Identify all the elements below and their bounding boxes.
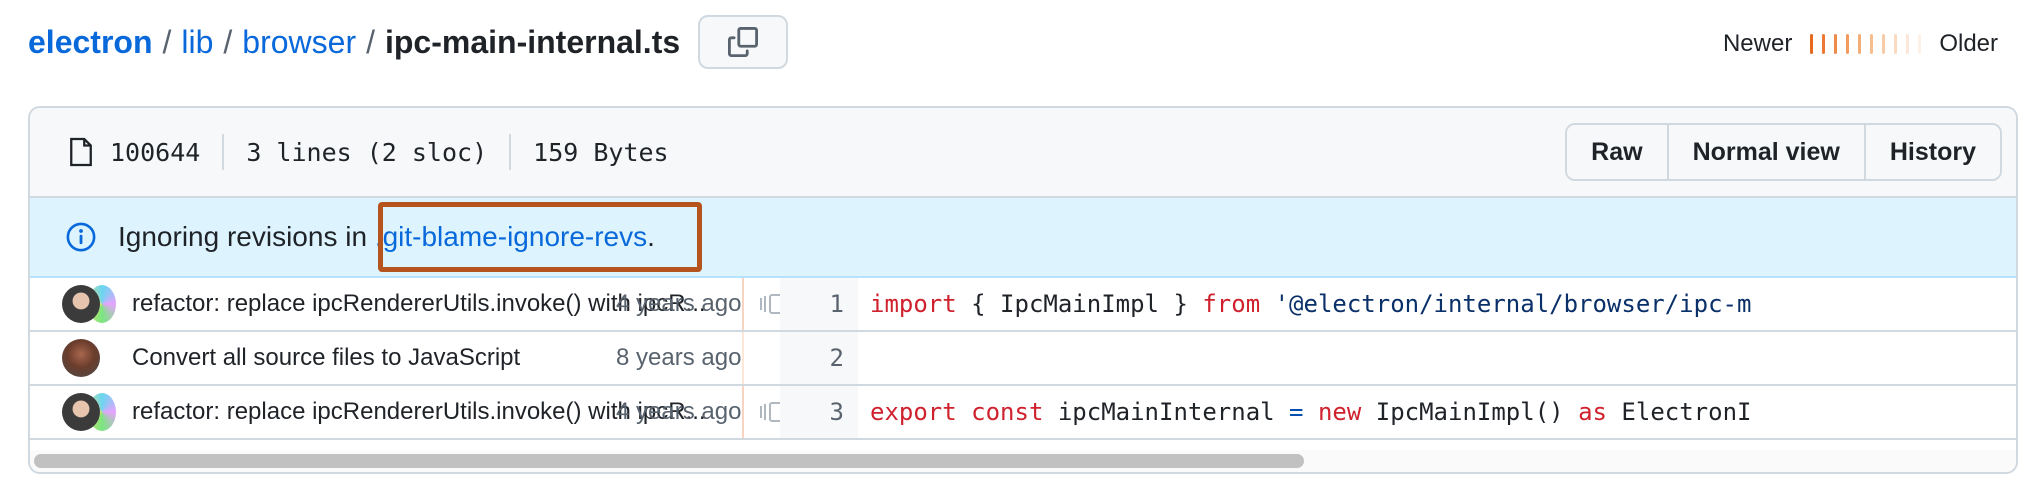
commit-message[interactable]: Convert all source files to JavaScript — [132, 344, 520, 372]
line-number[interactable]: 1 — [780, 278, 858, 330]
commit-age: 8 years ago — [616, 344, 742, 371]
code-line: export const ipcMainInternal = new IpcMa… — [870, 398, 1751, 426]
code-token: new — [1317, 398, 1362, 426]
age-bar — [1810, 34, 1814, 54]
blame-age-legend: Newer Older — [1723, 24, 1998, 64]
blame-row: refactor: replace ipcRendererUtils.invok… — [30, 278, 2016, 332]
age-bar — [1822, 34, 1826, 54]
breadcrumb-browser-link[interactable]: browser — [242, 24, 356, 61]
age-bar — [1894, 34, 1898, 54]
blame-row: refactor: replace ipcRendererUtils.invok… — [30, 386, 2016, 440]
blame-row: Convert all source files to JavaScript 8 … — [30, 332, 2016, 386]
age-indicator — [742, 332, 744, 384]
file-meta: 100644 3 lines (2 sloc) 159 Bytes — [68, 134, 669, 170]
code-token: ElectronI — [1606, 398, 1752, 426]
code-token: IpcMainImpl() — [1361, 398, 1579, 426]
file-actions: Raw Normal view History — [1565, 123, 2002, 181]
breadcrumb-separator: / — [162, 23, 172, 60]
horizontal-scrollbar[interactable] — [30, 450, 2016, 472]
copy-icon — [728, 27, 759, 57]
age-indicator — [742, 386, 744, 438]
info-icon — [66, 222, 96, 252]
meta-divider — [222, 134, 225, 170]
file-header: 100644 3 lines (2 sloc) 159 Bytes Raw No… — [30, 108, 2016, 198]
code-token: import — [870, 290, 957, 318]
file-mode: 100644 — [110, 137, 201, 167]
avatar[interactable] — [62, 339, 100, 377]
notice-text: Ignoring revisions in — [118, 221, 375, 252]
file-size: 159 Bytes — [533, 137, 669, 167]
code-token: '@electron/internal/browser/ipc-m — [1274, 290, 1752, 318]
code-token: from — [1202, 290, 1261, 318]
age-bar — [1846, 34, 1850, 54]
older-label: Older — [1939, 30, 1998, 57]
breadcrumb-repo-link[interactable]: electron — [28, 24, 152, 61]
normal-view-button[interactable]: Normal view — [1666, 125, 1864, 179]
breadcrumb-separator: / — [366, 23, 375, 60]
file-icon — [70, 137, 92, 167]
copy-path-button[interactable] — [698, 15, 789, 69]
avatar[interactable] — [62, 393, 100, 431]
avatar[interactable] — [62, 285, 100, 323]
history-button[interactable]: History — [1863, 125, 2000, 179]
age-bar — [1882, 34, 1886, 54]
commit-age: 4 years ago — [616, 290, 742, 317]
highlight-box — [378, 202, 702, 272]
code-token: ipcMainInternal — [1043, 398, 1290, 426]
age-bar — [1918, 34, 1922, 54]
code-token: as — [1578, 398, 1607, 426]
raw-button[interactable]: Raw — [1567, 125, 1667, 179]
scrollbar-thumb[interactable] — [34, 454, 1304, 468]
code-line: import { IpcMainImpl } from '@electron/i… — [870, 290, 1751, 318]
age-bar — [1834, 34, 1838, 54]
line-number[interactable]: 2 — [780, 332, 858, 384]
line-number[interactable]: 3 — [780, 386, 858, 438]
breadcrumb-current-file: ipc-main-internal.ts — [384, 23, 681, 60]
code-token: { IpcMainImpl } — [956, 290, 1203, 318]
age-bar — [1858, 34, 1862, 54]
age-scale — [1810, 34, 1922, 54]
age-indicator — [742, 278, 744, 330]
commit-age: 4 years ago — [616, 398, 742, 425]
file-lines: 3 lines (2 sloc) — [246, 137, 488, 167]
breadcrumb-separator: / — [223, 23, 233, 60]
ignore-revs-notice: Ignoring revisions in .git-blame-ignore-… — [30, 198, 2016, 278]
age-bar — [1870, 34, 1874, 54]
age-bar — [1906, 34, 1910, 54]
blame-file-box: 100644 3 lines (2 sloc) 159 Bytes Raw No… — [28, 106, 2018, 474]
breadcrumb: electron / lib / browser / ipc-main-inte… — [28, 15, 789, 69]
meta-divider — [509, 134, 512, 170]
code-token: = — [1289, 398, 1304, 426]
breadcrumb-lib-link[interactable]: lib — [181, 24, 213, 61]
code-token: const — [971, 398, 1044, 426]
newer-label: Newer — [1722, 30, 1793, 57]
code-token: export — [870, 398, 957, 426]
blame-rows: refactor: replace ipcRendererUtils.invok… — [30, 278, 2016, 440]
